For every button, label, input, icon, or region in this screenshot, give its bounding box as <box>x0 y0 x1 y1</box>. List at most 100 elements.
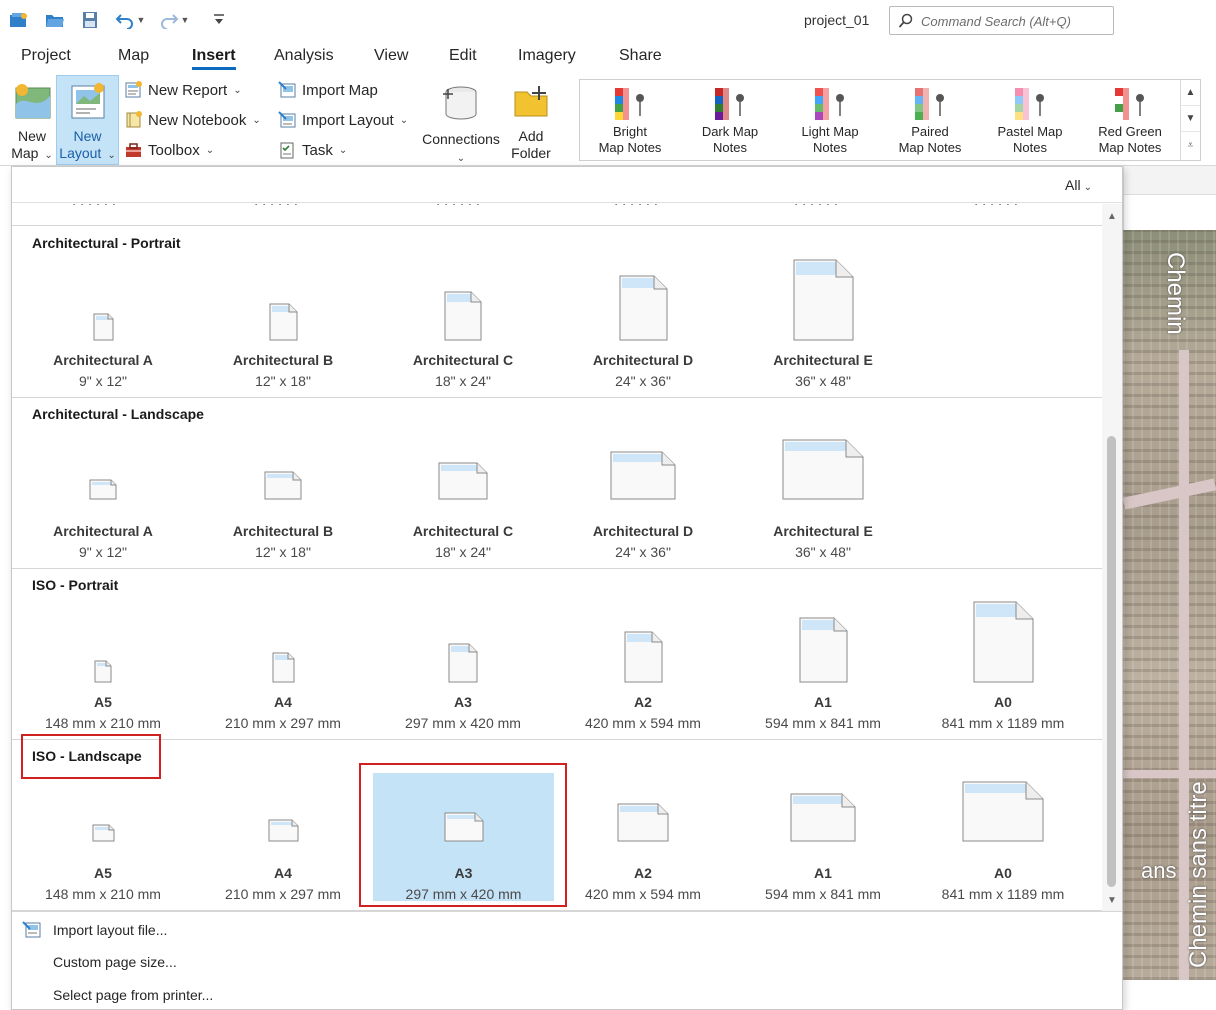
section-portrait-2: ISO - Portrait A5 148 mm x 210 mm A4 210 mm … <box>12 568 1102 740</box>
page-icon <box>553 428 733 518</box>
gallery-down-icon[interactable]: ▼ <box>1181 106 1200 132</box>
map-notes-label-2: Map Notes <box>598 140 662 155</box>
project-icon[interactable] <box>8 10 30 30</box>
add-folder-label-2: Folder <box>511 145 551 161</box>
gallery-up-icon[interactable]: ▲ <box>1181 80 1200 106</box>
custom-page-size-item[interactable]: Custom page size... <box>53 954 177 970</box>
page-size-tile[interactable]: Architectural E 36" x 48" <box>733 257 913 393</box>
tab-project[interactable]: Project <box>21 47 71 65</box>
scroll-down-icon[interactable]: ▼ <box>1102 890 1122 910</box>
tab-map[interactable]: Map <box>118 47 149 65</box>
map-notes-style-3[interactable]: Paired Map Notes <box>880 80 980 160</box>
map-notes-style-2[interactable]: Light Map Notes <box>780 80 880 160</box>
page-size-dimensions: 148 mm x 210 mm <box>45 715 161 731</box>
select-page-from-printer-item[interactable]: Select page from printer... <box>53 987 213 1003</box>
save-icon[interactable] <box>79 10 101 30</box>
command-search-box[interactable]: Command Search (Alt+Q) <box>889 6 1114 35</box>
map-notes-style-0[interactable]: Bright Map Notes <box>580 80 680 160</box>
gallery-scroll[interactable]: ▲ ▼ ⩡ <box>1180 80 1200 160</box>
new-map-label-2: Map <box>11 145 39 161</box>
page-size-tile[interactable]: A1 594 mm x 841 mm <box>733 770 913 906</box>
ribbon-tabs: Project Map Insert Analysis View Edit Im… <box>0 40 1216 72</box>
add-folder-button[interactable]: Add Folder <box>506 76 556 164</box>
new-layout-icon <box>68 82 108 126</box>
filter-all-dropdown[interactable]: All ⌄ <box>1065 177 1092 193</box>
page-size-tile[interactable]: Architectural A 9" x 12" <box>13 428 193 564</box>
import-layout-file-item[interactable]: Import layout file... <box>53 922 167 938</box>
section-portrait-0: Architectural - Portrait Architectural A 9… <box>12 226 1102 398</box>
task-button[interactable]: Task ⌄ <box>277 139 347 161</box>
map-notes-style-1[interactable]: Dark Map Notes <box>680 80 780 160</box>
tab-imagery[interactable]: Imagery <box>518 47 576 65</box>
new-map-button[interactable]: New Map ⌄ <box>8 76 56 164</box>
map-view[interactable]: Chemin ans Chemin sans titre <box>1123 230 1216 980</box>
redo-icon[interactable]: ▼ <box>156 10 192 30</box>
page-size-tile[interactable]: A0 841 mm x 1189 mm <box>913 770 1093 906</box>
page-size-tile[interactable]: A1 594 mm x 841 mm <box>733 599 913 735</box>
page-size-tile[interactable]: Architectural E 36" x 48" <box>733 428 913 564</box>
command-search-placeholder: Command Search (Alt+Q) <box>921 14 1071 29</box>
import-layout-button[interactable]: Import Layout ⌄ <box>277 109 408 131</box>
undo-icon[interactable]: ▼ <box>112 10 148 30</box>
page-icon <box>373 428 553 518</box>
import-layout-label: Import Layout <box>302 111 394 129</box>
page-size-tile[interactable]: Architectural D 24" x 36" <box>553 257 733 393</box>
page-size-dimensions: 36" x 48" <box>795 544 851 560</box>
page-size-tile[interactable]: A4 210 mm x 297 mm <box>193 599 373 735</box>
open-icon[interactable] <box>44 10 66 30</box>
new-layout-label-2: Layout <box>59 145 102 161</box>
gallery-expand-icon[interactable]: ⩡ <box>1181 132 1200 158</box>
page-size-dimensions: 594 mm x 841 mm <box>765 715 881 731</box>
map-notes-label-1: Light Map <box>801 124 859 139</box>
map-notes-label-2: Map Notes <box>898 140 962 155</box>
page-icon <box>553 257 733 347</box>
tab-view[interactable]: View <box>374 47 408 65</box>
map-notes-style-4[interactable]: Pastel Map Notes <box>980 80 1080 160</box>
page-size-tile[interactable]: A5 148 mm x 210 mm <box>13 599 193 735</box>
new-report-button[interactable]: New Report ⌄ <box>123 79 242 101</box>
page-size-tile[interactable]: A4 210 mm x 297 mm <box>193 770 373 906</box>
map-label-top: Chemin <box>1162 252 1189 335</box>
page-size-tile[interactable]: A5 148 mm x 210 mm <box>13 770 193 906</box>
map-view-header <box>1123 166 1216 230</box>
page-size-tile[interactable]: Architectural C 18" x 24" <box>373 428 553 564</box>
page-size-name: A2 <box>634 694 652 710</box>
map-notes-icon <box>615 88 644 120</box>
new-layout-button[interactable]: New Layout ⌄ <box>56 75 119 165</box>
scroll-up-icon[interactable]: ▲ <box>1102 206 1122 226</box>
page-size-tile[interactable]: A0 841 mm x 1189 mm <box>913 599 1093 735</box>
tab-analysis[interactable]: Analysis <box>274 47 334 65</box>
page-size-dimensions: 210 mm x 297 mm <box>225 715 341 731</box>
new-notebook-button[interactable]: New Notebook ⌄ <box>123 109 261 131</box>
page-size-name: A3 <box>454 694 472 710</box>
search-icon <box>898 13 914 32</box>
tab-edit[interactable]: Edit <box>449 47 477 65</box>
page-size-tile[interactable]: A2 420 mm x 594 mm <box>553 599 733 735</box>
dropdown-filter-bar: All ⌄ <box>12 167 1122 203</box>
toolbox-button[interactable]: Toolbox ⌄ <box>123 139 214 161</box>
import-map-button[interactable]: Import Map <box>277 79 378 101</box>
page-size-name: A1 <box>814 694 832 710</box>
page-size-tile[interactable]: A3 297 mm x 420 mm <box>373 599 553 735</box>
connections-button[interactable]: Connections ⌄ <box>418 76 504 164</box>
page-icon <box>733 599 913 689</box>
page-icon <box>13 770 193 860</box>
page-size-name: Architectural A <box>53 352 153 368</box>
map-notes-style-5[interactable]: Red Green Map Notes <box>1080 80 1180 160</box>
dropdown-scrollbar[interactable]: ▲ ▼ <box>1102 204 1122 911</box>
import-layout-file-icon <box>22 921 42 942</box>
page-size-name: Architectural E <box>773 523 873 539</box>
page-icon <box>13 428 193 518</box>
page-icon <box>13 599 193 689</box>
scroll-thumb[interactable] <box>1107 436 1116 887</box>
page-size-tile[interactable]: Architectural C 18" x 24" <box>373 257 553 393</box>
page-size-tile[interactable]: Architectural B 12" x 18" <box>193 257 373 393</box>
page-size-tile[interactable]: Architectural D 24" x 36" <box>553 428 733 564</box>
page-size-tile[interactable]: A2 420 mm x 594 mm <box>553 770 733 906</box>
tab-insert[interactable]: Insert <box>192 47 236 70</box>
customize-icon[interactable] <box>210 10 228 30</box>
database-icon <box>441 82 481 126</box>
page-size-tile[interactable]: Architectural B 12" x 18" <box>193 428 373 564</box>
tab-share[interactable]: Share <box>619 47 662 65</box>
page-size-tile[interactable]: Architectural A 9" x 12" <box>13 257 193 393</box>
